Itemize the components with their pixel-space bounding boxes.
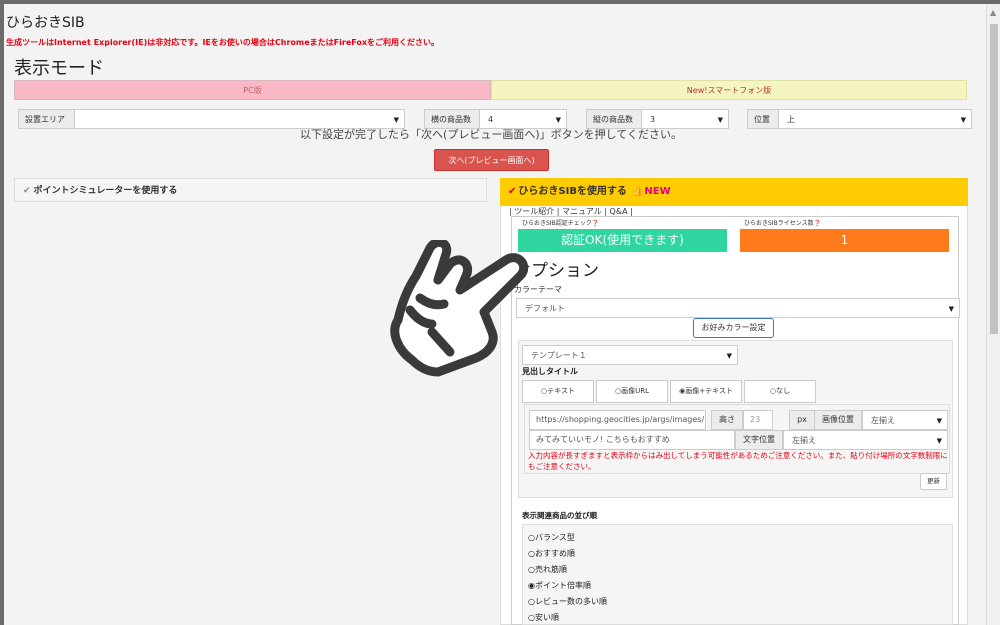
radio-icon: ○	[528, 597, 535, 606]
page-scrollbar[interactable]: ▲	[986, 4, 1000, 625]
next-preview-button[interactable]: 次へ(プレビュー画面へ)	[434, 149, 549, 171]
order-item[interactable]: ◉ポイント倍率順	[528, 580, 591, 591]
order-item[interactable]: ○レビュー数の多い順	[528, 596, 607, 607]
heading-type-image-text-label: 画像+テキスト	[685, 387, 733, 395]
order-item[interactable]: ○売れ筋順	[528, 564, 567, 575]
custom-color-button[interactable]: お好みカラー設定	[693, 318, 774, 338]
heading-type-none-label: なし	[776, 387, 791, 395]
check-icon: ✔	[508, 186, 517, 197]
tab-smartphone[interactable]: New!スマートフォン版	[491, 80, 967, 100]
heading-type-text-label: テキスト	[547, 387, 575, 395]
chevron-down-icon: ▼	[936, 417, 942, 425]
license-count: 1	[740, 229, 949, 252]
length-warning: 入力内容が長すぎますと表示枠からはみ出してしまう可能性があるためご注意ください。…	[528, 451, 948, 471]
order-item-label: レビュー数の多い順	[534, 597, 607, 606]
sib-header-label: ひらおきSIBを使用する	[518, 186, 627, 197]
app-title: ひらおきSIB	[6, 15, 85, 31]
height-label: 高さ	[711, 410, 743, 430]
order-box	[522, 524, 953, 625]
ie-warning: 生成ツールはInternet Explorer(IE)は非対応です。IEをお使い…	[6, 38, 440, 47]
heading-type-none[interactable]: ○なし	[744, 380, 816, 403]
order-item-label: ポイント倍率順	[534, 581, 591, 590]
tab-pc[interactable]: PC版	[14, 80, 491, 100]
image-position-label: 画像位置	[814, 410, 862, 430]
text-position-label: 文字位置	[735, 430, 783, 450]
mode-heading: 表示モード	[14, 58, 104, 79]
order-item[interactable]: ○おすすめ順	[528, 548, 575, 559]
update-button[interactable]: 更新	[920, 473, 947, 490]
radio-icon: ○	[528, 565, 535, 574]
chevron-down-icon: ▼	[948, 305, 954, 313]
order-item-label: 売れ筋順	[534, 565, 567, 574]
image-url-input[interactable]: https://shopping.geocities.jp/args/image…	[529, 410, 706, 430]
point-simulator-label: ポイントシミュレーターを使用する	[33, 186, 178, 196]
radio-icon: ○	[528, 613, 535, 622]
text-position-value: 左揃え	[792, 436, 816, 445]
heading-type-image-text[interactable]: ◉画像+テキスト	[670, 380, 742, 403]
title-text-input[interactable]: みてみていいモノ! こちらもおすすめ	[529, 430, 735, 450]
order-label: 表示関連商品の並び順	[522, 511, 597, 520]
template-select[interactable]: テンプレート１ ▼	[522, 345, 738, 365]
radio-icon: ○	[528, 549, 535, 558]
image-position-select[interactable]: 左揃え ▼	[862, 410, 948, 430]
license-count-label: ひらおきSIBライセンス数❓	[744, 220, 822, 227]
check-icon: ✔	[23, 186, 31, 196]
instruction-text: 以下設定が完了したら「次へ(プレビュー画面へ)」ボタンを押してください。	[300, 128, 682, 141]
chevron-down-icon: ▼	[726, 352, 732, 360]
scroll-up-icon[interactable]: ▲	[990, 8, 996, 17]
color-theme-select[interactable]: デフォルト ▼	[516, 298, 960, 318]
position-value: 上	[787, 115, 795, 124]
h-count-value: 4	[488, 115, 494, 124]
sib-header[interactable]: ✔ ひらおきSIBを使用する 👍NEW	[500, 178, 968, 206]
auth-status: 認証OK(使用できます)	[518, 229, 727, 252]
order-item[interactable]: ○バランス型	[528, 532, 575, 543]
chevron-down-icon: ▼	[936, 437, 942, 445]
order-item-label: 安い順	[534, 613, 559, 622]
heading-type-image-url[interactable]: ○画像URL	[596, 380, 668, 403]
order-item-label: バランス型	[534, 533, 575, 542]
pointing-hand-icon	[390, 240, 529, 377]
px-label: px	[789, 410, 815, 430]
v-count-value: 3	[650, 115, 656, 124]
order-item[interactable]: ○安い順	[528, 612, 559, 623]
point-simulator-toggle[interactable]: ✔ ポイントシミュレーターを使用する	[14, 178, 487, 202]
image-position-value: 左揃え	[871, 416, 895, 425]
auth-check-label: ひらおきSIB認証チェック❓	[522, 220, 600, 227]
order-item-label: おすすめ順	[534, 549, 575, 558]
radio-icon: ○	[528, 533, 535, 542]
text-position-select[interactable]: 左揃え ▼	[783, 430, 948, 450]
heading-type-image-url-label: 画像URL	[621, 387, 649, 395]
new-badge: 👍NEW	[631, 186, 671, 197]
scrollbar-thumb[interactable]	[990, 24, 998, 334]
height-input[interactable]: 23	[743, 410, 773, 430]
radio-selected-icon: ◉	[528, 581, 535, 590]
